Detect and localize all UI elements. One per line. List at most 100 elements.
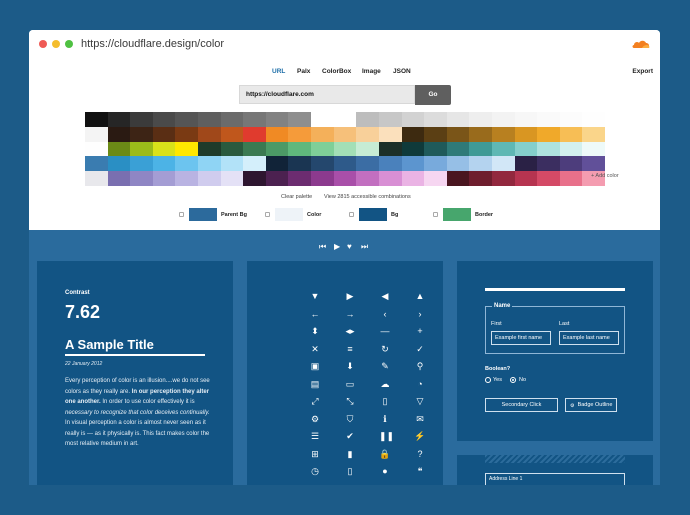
maximize-window-button[interactable] (65, 40, 73, 48)
palette-swatch[interactable] (537, 171, 561, 187)
palette-swatch[interactable] (243, 171, 267, 187)
close-window-button[interactable] (39, 40, 47, 48)
palette-swatch[interactable] (107, 112, 131, 128)
info-icon[interactable]: ℹ (379, 414, 391, 424)
refresh-icon[interactable]: ↻ (379, 344, 391, 354)
menu-icon[interactable]: ≡ (344, 344, 356, 354)
color-swatch[interactable] (275, 208, 303, 221)
palette-swatch[interactable] (311, 112, 335, 128)
clock-icon[interactable]: ◷ (309, 466, 321, 476)
chat-icon[interactable]: ▤ (309, 379, 321, 389)
palette-swatch[interactable] (469, 112, 493, 128)
palette-swatch[interactable] (288, 112, 312, 128)
palette-swatch[interactable] (582, 141, 606, 157)
tab-image[interactable]: Image (362, 68, 381, 75)
tab-colorbox[interactable]: ColorBox (322, 68, 351, 75)
lock-icon[interactable] (433, 212, 438, 217)
palette-swatch[interactable] (446, 171, 470, 187)
palette-swatch[interactable] (107, 126, 131, 143)
palette-swatch[interactable] (107, 171, 131, 187)
palette-swatch[interactable] (378, 171, 402, 187)
bolt-icon[interactable]: ⚡ (414, 431, 426, 441)
palette-swatch[interactable] (288, 156, 312, 172)
caret-up-icon[interactable]: ▲ (414, 291, 426, 301)
tab-json[interactable]: JSON (393, 68, 411, 75)
palette-swatch[interactable] (152, 126, 176, 143)
last-name-input[interactable]: Example last name (559, 331, 619, 345)
user-icon[interactable]: ● (379, 466, 391, 476)
palette-swatch[interactable] (559, 141, 583, 157)
secondary-click-button[interactable]: Secondary Click (485, 398, 558, 412)
palette-swatch[interactable] (378, 156, 402, 172)
palette-swatch[interactable] (265, 171, 289, 187)
address-line-input[interactable]: Address Line 1 (485, 473, 625, 485)
palette-swatch[interactable] (198, 171, 222, 187)
palette-swatch[interactable] (537, 112, 561, 128)
minimize-window-button[interactable] (52, 40, 60, 48)
palette-swatch[interactable] (537, 141, 561, 157)
palette-swatch[interactable] (378, 126, 402, 143)
palette-swatch[interactable] (333, 156, 357, 172)
palette-swatch[interactable] (491, 156, 516, 172)
list-icon[interactable]: ☰ (309, 431, 321, 441)
credit-card-icon[interactable]: ▭ (344, 379, 356, 389)
add-color-button[interactable]: + Add color (591, 173, 619, 179)
tab-palx[interactable]: Palx (297, 68, 310, 75)
palette-swatch[interactable] (469, 126, 493, 143)
palette-swatch[interactable] (559, 156, 583, 172)
palette-swatch[interactable] (356, 156, 380, 172)
palette-swatch[interactable] (333, 171, 357, 187)
arrow-right-icon[interactable]: → (344, 309, 356, 319)
palette-swatch[interactable] (198, 156, 222, 172)
palette-swatch[interactable] (446, 156, 470, 172)
table-icon[interactable]: ▣ (309, 361, 321, 371)
palette-swatch[interactable] (152, 171, 176, 187)
palette-swatch[interactable] (198, 112, 222, 128)
palette-swatch[interactable] (356, 141, 380, 157)
palette-swatch[interactable] (243, 112, 267, 128)
chevron-right-icon[interactable]: › (414, 309, 426, 319)
palette-swatch[interactable] (311, 126, 335, 143)
palette-swatch[interactable] (220, 126, 244, 143)
palette-swatch[interactable] (265, 126, 289, 143)
caret-left-icon[interactable]: ◀ (379, 291, 391, 301)
sitemap-icon[interactable]: ⊞ (309, 449, 321, 459)
palette-swatch[interactable] (85, 112, 109, 128)
check-icon[interactable]: ✓ (414, 344, 426, 354)
lock-icon[interactable] (179, 212, 184, 217)
palette-swatch[interactable] (198, 141, 222, 157)
palette-swatch[interactable] (401, 171, 425, 187)
lock-icon[interactable]: 🔒 (379, 449, 391, 459)
url-input[interactable]: https://cloudflare.com (239, 85, 415, 104)
palette-swatch[interactable] (401, 112, 425, 128)
badge-outline-button[interactable]: ⚙ Badge Outline (565, 398, 617, 412)
palette-swatch[interactable] (130, 171, 154, 187)
border-swatch[interactable] (443, 208, 471, 221)
palette-swatch[interactable] (288, 126, 312, 143)
palette-swatch[interactable] (288, 171, 312, 187)
palette-swatch[interactable] (401, 126, 425, 143)
palette-swatch[interactable] (85, 156, 109, 172)
palette-swatch[interactable] (130, 156, 154, 172)
palette-swatch[interactable] (424, 126, 448, 143)
palette-swatch[interactable] (469, 141, 493, 157)
mail-icon[interactable]: ✉ (414, 414, 426, 424)
palette-swatch[interactable] (356, 112, 380, 128)
export-button[interactable]: Export (632, 68, 653, 75)
gear-icon[interactable]: ⚙ (309, 414, 321, 424)
palette-swatch[interactable] (537, 156, 561, 172)
palette-swatch[interactable] (356, 126, 380, 143)
book-icon[interactable]: ▮ (344, 449, 356, 459)
palette-swatch[interactable] (356, 171, 380, 187)
palette-swatch[interactable] (311, 171, 335, 187)
palette-swatch[interactable] (446, 141, 470, 157)
palette-swatch[interactable] (514, 126, 538, 143)
play-icon[interactable]: ▶ (334, 242, 340, 251)
wrench-icon[interactable]: ✎ (379, 361, 391, 371)
palette-swatch[interactable] (85, 141, 109, 157)
palette-swatch[interactable] (130, 112, 154, 128)
palette-swatch[interactable] (175, 156, 199, 172)
palette-swatch[interactable] (491, 112, 516, 128)
caret-right-icon[interactable]: ▶ (344, 291, 356, 301)
palette-swatch[interactable] (152, 141, 176, 157)
